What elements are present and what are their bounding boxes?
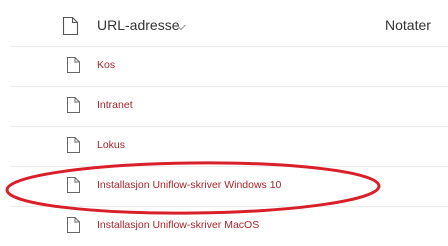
row-divider: [10, 86, 448, 87]
file-icon: [62, 16, 79, 36]
column-header-row: URL-adresse Notater: [0, 0, 448, 46]
link-kos[interactable]: Kos: [97, 58, 115, 72]
link-uniflow-windows-10[interactable]: Installasjon Uniflow-skriver Windows 10: [97, 178, 281, 192]
file-icon: [66, 56, 81, 74]
list-item[interactable]: Installasjon Uniflow-skriver MacOS: [0, 206, 448, 246]
list-item[interactable]: Installasjon Uniflow-skriver Windows 10: [0, 166, 448, 206]
row-divider: [10, 206, 448, 207]
list-item[interactable]: Lokus: [0, 126, 448, 166]
row-divider: [10, 126, 448, 127]
file-icon: [66, 96, 81, 114]
file-icon: [66, 216, 81, 234]
row-divider: [10, 166, 448, 167]
list-item[interactable]: Kos: [0, 46, 448, 86]
link-lokus[interactable]: Lokus: [97, 138, 125, 152]
list-item[interactable]: Intranet: [0, 86, 448, 126]
link-list-view: URL-adresse Notater Kos Intranet Lokus I…: [0, 0, 448, 246]
file-icon: [66, 176, 81, 194]
chevron-down-icon[interactable]: [175, 19, 187, 31]
column-header-notes[interactable]: Notater: [385, 16, 431, 34]
file-icon: [66, 136, 81, 154]
link-uniflow-macos[interactable]: Installasjon Uniflow-skriver MacOS: [97, 218, 259, 232]
column-header-url[interactable]: URL-adresse: [97, 16, 179, 34]
link-intranet[interactable]: Intranet: [97, 98, 133, 112]
row-divider: [10, 46, 448, 47]
